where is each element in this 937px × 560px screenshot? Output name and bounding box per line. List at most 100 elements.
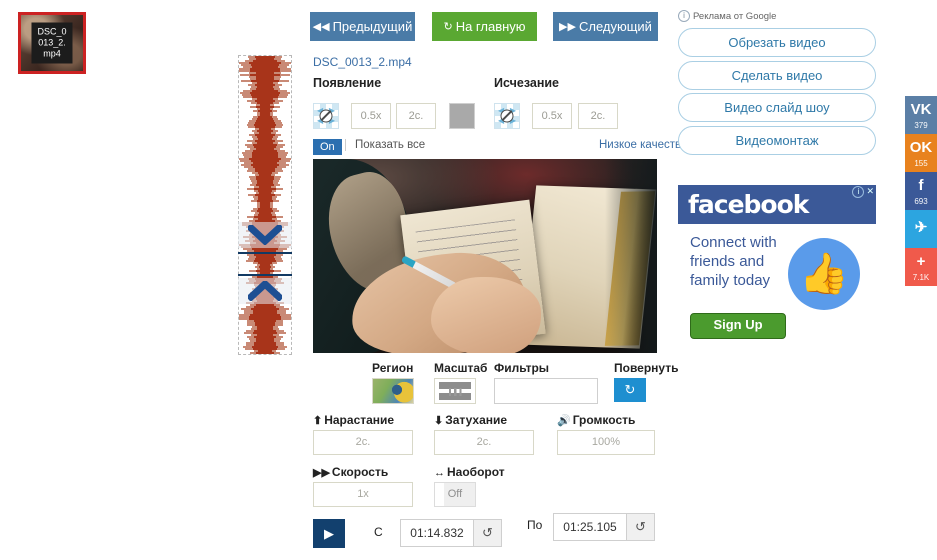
speed-label: ▶▶ Скорость: [313, 465, 388, 479]
to-refresh-button[interactable]: ↺: [627, 513, 655, 541]
disappear-label: Исчезание: [494, 76, 560, 90]
previous-button-label: Предыдущий: [332, 19, 413, 34]
chevron-down-icon: [248, 225, 282, 245]
thumbnail-filename: DSC_0 013_2. mp4: [31, 22, 73, 64]
signup-button[interactable]: Sign Up: [690, 313, 786, 339]
filters-label: Фильтры: [494, 361, 550, 375]
home-button-label: На главную: [455, 19, 526, 34]
facebook-logo: facebook: [688, 190, 809, 219]
facebook-ad-text: Connect with friends and family today: [690, 234, 777, 289]
refresh-icon: ↺: [635, 519, 646, 534]
thumbs-up-badge: 👍: [788, 238, 860, 310]
no-transition-icon: [500, 109, 514, 123]
waveform-start-handle[interactable]: [238, 222, 292, 248]
previous-button[interactable]: ◀◀ Предыдущий: [310, 12, 415, 41]
next-button[interactable]: ▶▶ Следующий: [553, 12, 658, 41]
filters-input[interactable]: [494, 378, 598, 404]
disappear-speed-input[interactable]: 0.5x: [532, 103, 572, 129]
scale-thumbnail-button[interactable]: [434, 378, 476, 404]
rise-label-text: Нарастание: [324, 413, 395, 427]
from-time-input[interactable]: 01:14.832: [400, 519, 474, 547]
more-count: 7.1K: [912, 273, 930, 282]
arrow-up-icon: ⬆: [313, 415, 323, 427]
reverse-toggle[interactable]: Off: [434, 482, 476, 507]
disappear-duration-input[interactable]: 2с.: [578, 103, 618, 129]
fall-label: ⬇ Затухание: [434, 413, 507, 427]
play-icon: ▶: [324, 526, 334, 541]
video-preview[interactable]: [313, 159, 657, 353]
fall-input[interactable]: 2с.: [434, 430, 534, 455]
rotate-label: Повернуть: [614, 361, 679, 375]
play-button[interactable]: ▶: [313, 519, 345, 548]
social-share-vk[interactable]: VK 379: [905, 96, 937, 134]
vk-count: 379: [914, 121, 928, 130]
info-icon: i: [678, 10, 690, 22]
fast-forward-icon: ▶▶: [313, 467, 330, 479]
social-share-twitter[interactable]: ✈: [905, 210, 937, 248]
social-share-more[interactable]: +7.1K: [905, 248, 937, 286]
ad-button-crop-video[interactable]: Обрезать видео: [678, 28, 876, 57]
file-name: DSC_0013_2.mp4: [313, 55, 412, 69]
info-icon[interactable]: i: [852, 186, 865, 198]
scale-middle-pattern: [445, 388, 465, 396]
scale-label: Масштаб: [434, 361, 488, 375]
ad-button-make-video[interactable]: Сделать видео: [678, 61, 876, 90]
ads-label-text: Реклама от Google: [693, 11, 777, 22]
ad-corner-controls[interactable]: i ✕: [852, 186, 874, 198]
to-time-input[interactable]: 01:25.105: [553, 513, 627, 541]
ad-button-slideshow[interactable]: Видео слайд шоу: [678, 93, 876, 122]
appear-duration-input[interactable]: 2с.: [396, 103, 436, 129]
audio-waveform[interactable]: [238, 55, 292, 355]
rise-label: ⬆ Нарастание: [313, 413, 394, 427]
thumbs-up-icon: 👍: [799, 252, 849, 296]
left-right-arrow-icon: ↔: [434, 467, 445, 479]
facebook-icon: f: [918, 177, 924, 194]
facebook-ad-banner[interactable]: facebook i ✕ Connect with friends and fam…: [678, 185, 876, 347]
speed-label-text: Скорость: [331, 465, 389, 479]
refresh-icon: ↻: [443, 21, 453, 33]
twitter-icon: ✈: [914, 219, 928, 236]
rise-input[interactable]: 2с.: [313, 430, 413, 455]
show-all-link[interactable]: Показать все: [345, 139, 425, 151]
home-button[interactable]: ↻ На главную: [432, 12, 537, 41]
on-toggle-badge[interactable]: On: [313, 139, 342, 155]
double-left-arrow-icon: ◀◀: [312, 21, 330, 33]
reverse-label: ↔ Наоборот: [434, 465, 505, 479]
from-refresh-button[interactable]: ↺: [474, 519, 502, 547]
odnoklassniki-icon: OK: [909, 139, 933, 156]
odnoklassniki-count: 155: [914, 159, 928, 168]
appear-speed-input[interactable]: 0.5x: [351, 103, 391, 129]
region-thumbnail-button[interactable]: [372, 378, 414, 404]
hand-fingers: [431, 277, 541, 353]
disappear-transition-icon[interactable]: ◀ ▶ ◀ ▶: [494, 103, 520, 129]
to-label: По: [527, 518, 543, 532]
volume-label-text: Громкость: [572, 413, 636, 427]
ads-label: i Реклама от Google: [678, 10, 776, 22]
from-label: С: [374, 525, 383, 539]
speed-input[interactable]: 1x: [313, 482, 413, 507]
video-vignette: [605, 159, 657, 353]
social-share-facebook[interactable]: f 693: [905, 172, 937, 210]
appear-transition-icon[interactable]: ◀ ▶ ◀ ▶: [313, 103, 339, 129]
social-share-bar[interactable]: VK 379 OK 155 f 693 ✈ +7.1K: [905, 96, 937, 286]
appear-label: Появление: [313, 76, 382, 90]
close-icon[interactable]: ✕: [866, 186, 874, 196]
no-transition-icon: [319, 109, 333, 123]
volume-label: 🔊 Громкость: [557, 413, 635, 427]
video-thumbnail[interactable]: DSC_0 013_2. mp4: [18, 12, 86, 74]
region-label: Регион: [372, 361, 414, 375]
transition-preview-box[interactable]: [449, 103, 475, 129]
facebook-count: 693: [914, 197, 928, 206]
reverse-label-text: Наоборот: [447, 465, 505, 479]
waveform-marker-end: [238, 274, 292, 276]
double-right-arrow-icon: ▶▶: [559, 21, 576, 33]
waveform-marker-start: [238, 252, 292, 254]
next-button-label: Следующий: [578, 19, 652, 34]
ad-button-video-editing[interactable]: Видеомонтаж: [678, 126, 876, 155]
waveform-end-handle[interactable]: [238, 278, 292, 304]
volume-input[interactable]: 100%: [557, 430, 655, 455]
social-share-odnoklassniki[interactable]: OK 155: [905, 134, 937, 172]
vk-icon: VK: [910, 101, 932, 118]
rotate-button[interactable]: ↻: [614, 378, 646, 402]
fall-label-text: Затухание: [445, 413, 508, 427]
